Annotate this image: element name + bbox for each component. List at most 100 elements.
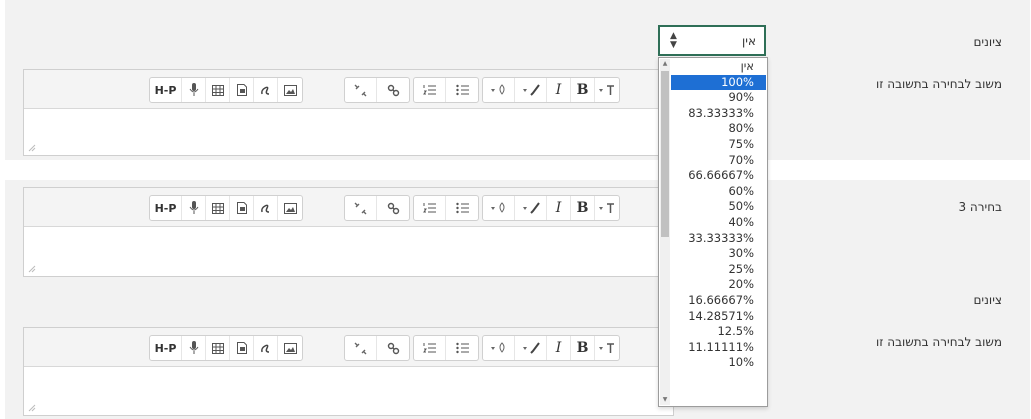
- grade-select[interactable]: ▲ ▼ אין: [658, 25, 766, 56]
- link-icon: [387, 202, 399, 214]
- h5p-button[interactable]: H-P: [150, 78, 182, 102]
- dropdown-option[interactable]: 30%: [671, 246, 766, 262]
- link-button[interactable]: [377, 336, 409, 360]
- dropdown-option[interactable]: 50%: [671, 199, 766, 215]
- grade-dropdown-list[interactable]: ▲ ▼ אין 100% 90% 83.33333% 80% 75% 70% 6…: [658, 57, 768, 407]
- link-button[interactable]: [377, 196, 409, 220]
- dropdown-option[interactable]: 11.11111%: [671, 340, 766, 356]
- dropdown-option[interactable]: 80%: [671, 121, 766, 137]
- bold-button[interactable]: B: [571, 196, 595, 220]
- resize-handle-icon[interactable]: [28, 404, 36, 412]
- ordered-list-button[interactable]: [414, 78, 446, 102]
- text-style-button[interactable]: [595, 336, 619, 360]
- microphone-icon: [189, 201, 198, 214]
- dropdown-option[interactable]: 16.66667%: [671, 293, 766, 309]
- feedback-editor[interactable]: H-P I B: [23, 69, 674, 156]
- dropdown-option[interactable]: 12.5%: [671, 324, 766, 340]
- image-icon: [283, 342, 297, 354]
- dropdown-option[interactable]: 60%: [671, 184, 766, 200]
- paint-brush-button[interactable]: [515, 196, 547, 220]
- bold-button[interactable]: B: [571, 336, 595, 360]
- image-icon: [283, 202, 297, 214]
- resize-handle-icon[interactable]: [28, 144, 36, 152]
- grade-select-value: אין: [742, 33, 756, 48]
- link-icon: [387, 84, 399, 96]
- record-audio-button[interactable]: [182, 78, 206, 102]
- paint-brush-button[interactable]: [515, 78, 547, 102]
- ordered-list-button[interactable]: [414, 196, 446, 220]
- media-button[interactable]: [230, 78, 254, 102]
- dropdown-option[interactable]: אין: [671, 59, 766, 75]
- bold-icon: B: [576, 340, 589, 356]
- dropdown-option[interactable]: 75%: [671, 137, 766, 153]
- h5p-button[interactable]: H-P: [150, 336, 182, 360]
- unlink-button[interactable]: [345, 336, 377, 360]
- choice-label: בחירה 3: [958, 200, 1002, 214]
- paint-brush-button[interactable]: [515, 336, 547, 360]
- italic-button[interactable]: I: [547, 78, 571, 102]
- text-style-button[interactable]: [595, 78, 619, 102]
- scroll-down-icon[interactable]: ▼: [660, 395, 670, 405]
- bold-button[interactable]: B: [571, 78, 595, 102]
- toolbar-group-lists: [413, 77, 479, 103]
- toolbar-group-insert: H-P: [149, 77, 303, 103]
- italic-button[interactable]: I: [547, 336, 571, 360]
- table-button[interactable]: [206, 196, 230, 220]
- resize-handle-icon[interactable]: [28, 265, 36, 273]
- image-button[interactable]: [278, 196, 302, 220]
- record-audio-button[interactable]: [182, 336, 206, 360]
- text-style-button[interactable]: [595, 196, 619, 220]
- dropdown-option[interactable]: 14.28571%: [671, 309, 766, 325]
- dropdown-option[interactable]: 33.33333%: [671, 231, 766, 247]
- scroll-up-icon[interactable]: ▲: [660, 59, 670, 69]
- dropdown-scrollbar[interactable]: ▲ ▼: [660, 59, 670, 405]
- unordered-list-button[interactable]: [446, 78, 478, 102]
- drop-button[interactable]: [483, 78, 515, 102]
- paint-brush-icon: [522, 84, 540, 96]
- dropdown-option[interactable]: 10%: [671, 355, 766, 371]
- unordered-list-button[interactable]: [446, 336, 478, 360]
- table-icon: [211, 342, 224, 354]
- drop-button[interactable]: [483, 196, 515, 220]
- dropdown-option[interactable]: 40%: [671, 215, 766, 231]
- dropdown-option[interactable]: 66.66667%: [671, 168, 766, 184]
- dropdown-option[interactable]: 25%: [671, 262, 766, 278]
- choice-editor[interactable]: H-P I B: [23, 187, 674, 277]
- unordered-list-button[interactable]: [446, 196, 478, 220]
- dropdown-option[interactable]: 20%: [671, 277, 766, 293]
- select-arrows-icon: ▲ ▼: [670, 30, 677, 50]
- scrollbar-thumb[interactable]: [661, 71, 669, 237]
- italic-icon: I: [555, 200, 562, 216]
- table-button[interactable]: [206, 78, 230, 102]
- image-button[interactable]: [278, 336, 302, 360]
- unordered-list-icon: [455, 202, 469, 214]
- feedback-editor[interactable]: H-P I B: [23, 327, 674, 416]
- toolbar-group-insert: H-P: [149, 195, 303, 221]
- h5p-button[interactable]: H-P: [150, 196, 182, 220]
- h5p-icon: H-P: [154, 83, 177, 97]
- drop-button[interactable]: [483, 336, 515, 360]
- unlink-button[interactable]: [345, 196, 377, 220]
- media-button[interactable]: [230, 196, 254, 220]
- manage-files-button[interactable]: [254, 78, 278, 102]
- image-button[interactable]: [278, 78, 302, 102]
- answer-panel-3: בחירה 3 ציונים משוב לבחירה בתשובה זו H-P: [5, 180, 1030, 419]
- media-icon: [236, 202, 247, 214]
- link-button[interactable]: [377, 78, 409, 102]
- record-audio-button[interactable]: [182, 196, 206, 220]
- manage-files-button[interactable]: [254, 196, 278, 220]
- h5p-icon: H-P: [154, 341, 177, 355]
- manage-files-button[interactable]: [254, 336, 278, 360]
- dropdown-option[interactable]: 70%: [671, 153, 766, 169]
- unordered-list-icon: [455, 342, 469, 354]
- ordered-list-button[interactable]: [414, 336, 446, 360]
- microphone-icon: [189, 83, 198, 96]
- table-button[interactable]: [206, 336, 230, 360]
- dropdown-option[interactable]: 83.33333%: [671, 106, 766, 122]
- italic-button[interactable]: I: [547, 196, 571, 220]
- dropdown-option[interactable]: 100%: [671, 74, 766, 91]
- media-button[interactable]: [230, 336, 254, 360]
- unlink-button[interactable]: [345, 78, 377, 102]
- bold-icon: B: [576, 82, 589, 98]
- dropdown-option[interactable]: 90%: [671, 90, 766, 106]
